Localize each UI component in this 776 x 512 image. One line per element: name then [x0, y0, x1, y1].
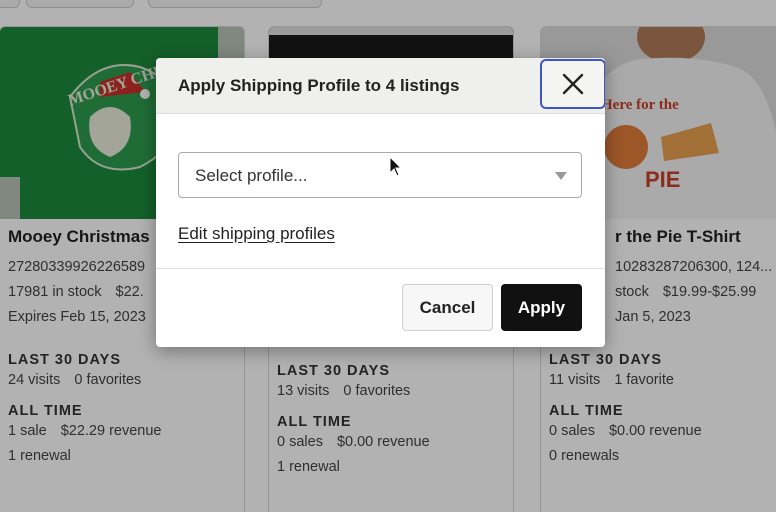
divider — [156, 268, 605, 269]
chevron-down-icon — [555, 172, 567, 180]
apply-button[interactable]: Apply — [501, 284, 582, 331]
profile-select-placeholder: Select profile... — [195, 166, 308, 185]
edit-shipping-profiles-link[interactable]: Edit shipping profiles — [178, 224, 335, 244]
dialog-header: Apply Shipping Profile to 4 listings — [156, 58, 605, 114]
mouse-cursor-icon — [389, 156, 403, 177]
dialog-title: Apply Shipping Profile to 4 listings — [178, 76, 460, 95]
shipping-profile-dialog: Apply Shipping Profile to 4 listings Sel… — [156, 58, 605, 347]
cancel-button[interactable]: Cancel — [402, 284, 493, 331]
close-button[interactable] — [540, 59, 605, 109]
close-icon — [562, 73, 584, 95]
profile-select[interactable]: Select profile... — [178, 152, 582, 198]
